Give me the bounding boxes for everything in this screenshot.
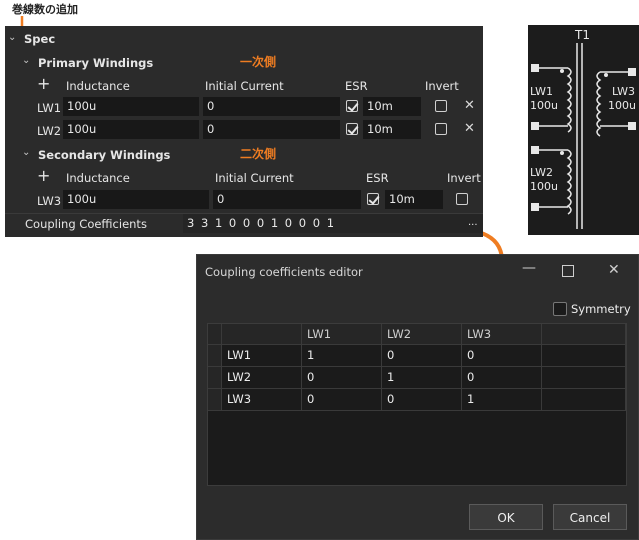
column-header[interactable]: LW2 xyxy=(382,324,462,345)
coupling-field[interactable]: 3 3 1 0 0 0 1 0 0 0 1 xyxy=(183,214,483,233)
col-esr: ESR xyxy=(366,171,389,185)
col-inductance: Inductance xyxy=(66,79,130,93)
row-selector[interactable] xyxy=(208,389,222,411)
inductance-field[interactable]: 100u xyxy=(63,190,209,209)
row-header: LW2 xyxy=(222,367,302,389)
invert-checkbox[interactable] xyxy=(435,100,447,112)
add-secondary-winding-icon[interactable]: + xyxy=(37,166,50,185)
secondary-windings-title: Secondary Windings xyxy=(38,148,171,162)
winding-label: LW2 xyxy=(530,166,553,179)
filler-cell xyxy=(542,367,626,389)
coefficient-cell[interactable]: 0 xyxy=(302,367,382,389)
col-esr: ESR xyxy=(345,79,368,93)
col-invert: Invert xyxy=(425,79,459,93)
filler-cell xyxy=(542,389,626,411)
coefficient-cell[interactable]: 0 xyxy=(382,389,462,411)
row-header-column xyxy=(222,324,302,345)
invert-checkbox[interactable] xyxy=(435,123,447,135)
chevron-down-icon[interactable]: ⌄ xyxy=(8,32,16,43)
transformer-symbol xyxy=(531,43,636,229)
esr-checkbox[interactable] xyxy=(346,100,358,112)
remove-winding-icon[interactable]: ✕ xyxy=(464,98,475,113)
winding-value: 100u xyxy=(530,99,558,112)
winding-label: LW1 xyxy=(530,85,553,98)
invert-checkbox[interactable] xyxy=(456,193,468,205)
remove-winding-icon[interactable]: ✕ xyxy=(464,121,475,136)
close-icon[interactable]: ✕ xyxy=(608,262,620,278)
col-inductance: Inductance xyxy=(66,171,130,185)
coefficient-cell[interactable]: 1 xyxy=(462,389,542,411)
esr-checkbox[interactable] xyxy=(346,123,358,135)
coefficient-cell[interactable]: 1 xyxy=(302,345,382,367)
cancel-button[interactable]: Cancel xyxy=(553,504,627,530)
symmetry-checkbox[interactable] xyxy=(553,302,567,316)
dialog-title: Coupling coefficients editor xyxy=(205,265,363,279)
chevron-down-icon[interactable]: ⌄ xyxy=(22,147,30,158)
coefficient-cell[interactable]: 0 xyxy=(302,389,382,411)
winding-name: LW3 xyxy=(37,194,62,208)
secondary-annotation: 二次側 xyxy=(240,147,277,161)
winding-name: LW2 xyxy=(37,124,62,138)
symmetry-label: Symmetry xyxy=(571,302,631,316)
row-header: LW3 xyxy=(222,389,302,411)
add-primary-winding-icon[interactable]: + xyxy=(37,74,50,93)
transformer-schematic: T1 LW1 100u LW3 100u LW2 100u xyxy=(528,25,639,235)
chevron-down-icon[interactable]: ⌄ xyxy=(22,55,30,66)
coupling-more-button[interactable]: ... xyxy=(468,217,478,228)
initial-current-field[interactable]: 0 xyxy=(213,190,361,209)
coefficient-cell[interactable]: 0 xyxy=(382,345,462,367)
initial-current-field[interactable]: 0 xyxy=(203,120,340,139)
column-header[interactable]: LW1 xyxy=(302,324,382,345)
row-header: LW1 xyxy=(222,345,302,367)
inductance-field[interactable]: 100u xyxy=(63,120,199,139)
winding-name: LW1 xyxy=(37,101,62,115)
col-initial-current: Initial Current xyxy=(205,79,284,93)
minimize-icon[interactable]: — xyxy=(522,260,536,276)
col-initial-current: Initial Current xyxy=(215,171,294,185)
esr-field[interactable]: 10m xyxy=(363,97,421,116)
primary-annotation: 一次側 xyxy=(240,55,277,69)
winding-label: LW3 xyxy=(612,85,635,98)
winding-value: 100u xyxy=(530,180,558,193)
coupling-label: Coupling Coefficients xyxy=(25,217,147,231)
ok-button[interactable]: OK xyxy=(469,504,543,530)
filler-header xyxy=(542,324,626,345)
inductance-field[interactable]: 100u xyxy=(63,97,199,116)
esr-checkbox[interactable] xyxy=(367,193,379,205)
esr-field[interactable]: 10m xyxy=(363,120,421,139)
coefficient-grid: LW1 LW2 LW3 LW1 1 0 0 LW2 0 1 0 LW3 0 0 … xyxy=(207,323,627,486)
corner-cell[interactable] xyxy=(208,324,222,345)
row-selector[interactable] xyxy=(208,345,222,367)
column-header[interactable]: LW3 xyxy=(462,324,542,345)
primary-windings-title: Primary Windings xyxy=(38,56,154,70)
row-selector[interactable] xyxy=(208,367,222,389)
winding-value: 100u xyxy=(608,99,636,112)
maximize-icon[interactable] xyxy=(562,265,574,277)
col-invert: Invert xyxy=(447,171,481,185)
esr-field[interactable]: 10m xyxy=(385,190,443,209)
coupling-editor-dialog: Coupling coefficients editor — ✕ Symmetr… xyxy=(196,254,639,540)
coefficient-cell[interactable]: 0 xyxy=(462,367,542,389)
coefficient-cell[interactable]: 1 xyxy=(382,367,462,389)
spec-title: Spec xyxy=(24,32,56,46)
coefficient-cell[interactable]: 0 xyxy=(462,345,542,367)
initial-current-field[interactable]: 0 xyxy=(203,97,340,116)
filler-cell xyxy=(542,345,626,367)
